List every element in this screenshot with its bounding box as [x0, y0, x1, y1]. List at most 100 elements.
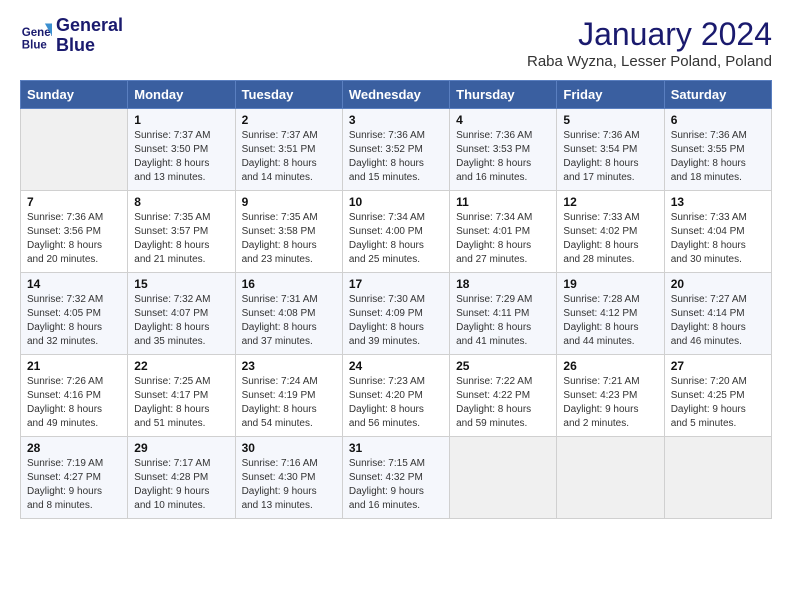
calendar-cell: 14 Sunrise: 7:32 AMSunset: 4:05 PMDayligh…: [21, 273, 128, 355]
weekday-header-row: Sunday Monday Tuesday Wednesday Thursday…: [21, 81, 772, 109]
day-number: 14: [27, 277, 121, 291]
day-number: 16: [242, 277, 336, 291]
svg-text:Blue: Blue: [22, 39, 48, 51]
header-tuesday: Tuesday: [235, 81, 342, 109]
day-info: Sunrise: 7:21 AMSunset: 4:23 PMDaylight:…: [563, 375, 657, 431]
calendar-cell: 12 Sunrise: 7:33 AMSunset: 4:02 PMDayligh…: [557, 191, 664, 273]
day-info: Sunrise: 7:32 AMSunset: 4:05 PMDaylight:…: [27, 293, 121, 349]
calendar-cell: 13 Sunrise: 7:33 AMSunset: 4:04 PMDayligh…: [664, 191, 771, 273]
day-number: 5: [563, 113, 657, 127]
day-info: Sunrise: 7:33 AMSunset: 4:02 PMDaylight:…: [563, 211, 657, 267]
day-info: Sunrise: 7:19 AMSunset: 4:27 PMDaylight:…: [27, 457, 121, 513]
day-info: Sunrise: 7:16 AMSunset: 4:30 PMDaylight:…: [242, 457, 336, 513]
day-info: Sunrise: 7:27 AMSunset: 4:14 PMDaylight:…: [671, 293, 765, 349]
calendar-cell: 10 Sunrise: 7:34 AMSunset: 4:00 PMDayligh…: [342, 191, 449, 273]
calendar-cell: 15Sunrise: 7:32 AMSunset: 4:07 PMDayligh…: [128, 273, 235, 355]
day-info: Sunrise: 7:36 AMSunset: 3:53 PMDaylight:…: [456, 129, 550, 185]
calendar-cell: 5 Sunrise: 7:36 AMSunset: 3:54 PMDaylight…: [557, 109, 664, 191]
day-number: 11: [456, 195, 550, 209]
day-number: 10: [349, 195, 443, 209]
day-info: Sunrise: 7:34 AMSunset: 4:00 PMDaylight:…: [349, 211, 443, 267]
day-number: 22: [134, 359, 228, 373]
day-number: 24: [349, 359, 443, 373]
day-number: 13: [671, 195, 765, 209]
day-info: Sunrise: 7:36 AMSunset: 3:54 PMDaylight:…: [563, 129, 657, 185]
day-info: Sunrise: 7:37 AMSunset: 3:51 PMDaylight:…: [242, 129, 336, 185]
day-info: Sunrise: 7:28 AMSunset: 4:12 PMDaylight:…: [563, 293, 657, 349]
day-info: Sunrise: 7:37 AMSunset: 3:50 PMDaylight:…: [134, 129, 228, 185]
calendar-cell: 25 Sunrise: 7:22 AMSunset: 4:22 PMDayligh…: [450, 355, 557, 437]
logo: General Blue General Blue: [20, 16, 123, 56]
day-number: 23: [242, 359, 336, 373]
logo-icon: General Blue: [20, 20, 52, 52]
calendar-cell: [21, 109, 128, 191]
location-title: Raba Wyzna, Lesser Poland, Poland: [527, 53, 772, 70]
day-info: Sunrise: 7:24 AMSunset: 4:19 PMDaylight:…: [242, 375, 336, 431]
day-number: 21: [27, 359, 121, 373]
calendar-cell: 22 Sunrise: 7:25 AMSunset: 4:17 PMDayligh…: [128, 355, 235, 437]
calendar-table: Sunday Monday Tuesday Wednesday Thursday…: [20, 80, 772, 519]
day-info: Sunrise: 7:17 AMSunset: 4:28 PMDaylight:…: [134, 457, 228, 513]
calendar-cell: [557, 437, 664, 519]
day-info: Sunrise: 7:35 AMSunset: 3:58 PMDaylight:…: [242, 211, 336, 267]
day-number: 25: [456, 359, 550, 373]
calendar-cell: 9 Sunrise: 7:35 AMSunset: 3:58 PMDaylight…: [235, 191, 342, 273]
day-number: 2: [242, 113, 336, 127]
calendar-cell: 28 Sunrise: 7:19 AMSunset: 4:27 PMDayligh…: [21, 437, 128, 519]
day-number: 15: [134, 277, 228, 291]
month-title: January 2024: [527, 16, 772, 53]
day-number: 20: [671, 277, 765, 291]
calendar-week-row: 28 Sunrise: 7:19 AMSunset: 4:27 PMDayligh…: [21, 437, 772, 519]
day-number: 18: [456, 277, 550, 291]
day-info: Sunrise: 7:20 AMSunset: 4:25 PMDaylight:…: [671, 375, 765, 431]
calendar-cell: 29 Sunrise: 7:17 AMSunset: 4:28 PMDayligh…: [128, 437, 235, 519]
day-number: 9: [242, 195, 336, 209]
day-number: 7: [27, 195, 121, 209]
day-info: Sunrise: 7:36 AMSunset: 3:56 PMDaylight:…: [27, 211, 121, 267]
calendar-cell: 27Sunrise: 7:20 AMSunset: 4:25 PMDayligh…: [664, 355, 771, 437]
calendar-cell: 19 Sunrise: 7:28 AMSunset: 4:12 PMDayligh…: [557, 273, 664, 355]
calendar-cell: 7 Sunrise: 7:36 AMSunset: 3:56 PMDaylight…: [21, 191, 128, 273]
day-info: Sunrise: 7:33 AMSunset: 4:04 PMDaylight:…: [671, 211, 765, 267]
day-number: 28: [27, 441, 121, 455]
logo-text: General Blue: [56, 16, 123, 56]
calendar-week-row: 7 Sunrise: 7:36 AMSunset: 3:56 PMDaylight…: [21, 191, 772, 273]
day-info: Sunrise: 7:15 AMSunset: 4:32 PMDaylight:…: [349, 457, 443, 513]
calendar-cell: 24 Sunrise: 7:23 AMSunset: 4:20 PMDayligh…: [342, 355, 449, 437]
day-info: Sunrise: 7:29 AMSunset: 4:11 PMDaylight:…: [456, 293, 550, 349]
calendar-week-row: 1 Sunrise: 7:37 AMSunset: 3:50 PMDaylight…: [21, 109, 772, 191]
calendar-cell: 11 Sunrise: 7:34 AMSunset: 4:01 PMDayligh…: [450, 191, 557, 273]
calendar-cell: 23 Sunrise: 7:24 AMSunset: 4:19 PMDayligh…: [235, 355, 342, 437]
day-number: 1: [134, 113, 228, 127]
header-thursday: Thursday: [450, 81, 557, 109]
day-number: 31: [349, 441, 443, 455]
calendar-cell: 21Sunrise: 7:26 AMSunset: 4:16 PMDayligh…: [21, 355, 128, 437]
calendar-cell: 2 Sunrise: 7:37 AMSunset: 3:51 PMDaylight…: [235, 109, 342, 191]
day-info: Sunrise: 7:31 AMSunset: 4:08 PMDaylight:…: [242, 293, 336, 349]
day-number: 3: [349, 113, 443, 127]
day-info: Sunrise: 7:22 AMSunset: 4:22 PMDaylight:…: [456, 375, 550, 431]
day-number: 4: [456, 113, 550, 127]
header-sunday: Sunday: [21, 81, 128, 109]
day-number: 8: [134, 195, 228, 209]
day-info: Sunrise: 7:36 AMSunset: 3:55 PMDaylight:…: [671, 129, 765, 185]
calendar-cell: 8 Sunrise: 7:35 AMSunset: 3:57 PMDaylight…: [128, 191, 235, 273]
day-info: Sunrise: 7:35 AMSunset: 3:57 PMDaylight:…: [134, 211, 228, 267]
header-friday: Friday: [557, 81, 664, 109]
svg-text:General: General: [22, 27, 52, 39]
day-number: 29: [134, 441, 228, 455]
calendar-cell: 20 Sunrise: 7:27 AMSunset: 4:14 PMDayligh…: [664, 273, 771, 355]
calendar-cell: 18 Sunrise: 7:29 AMSunset: 4:11 PMDayligh…: [450, 273, 557, 355]
calendar-cell: 3Sunrise: 7:36 AMSunset: 3:52 PMDaylight…: [342, 109, 449, 191]
day-number: 12: [563, 195, 657, 209]
day-info: Sunrise: 7:25 AMSunset: 4:17 PMDaylight:…: [134, 375, 228, 431]
page-header: General Blue General Blue January 2024 R…: [20, 16, 772, 70]
calendar-cell: [450, 437, 557, 519]
header-saturday: Saturday: [664, 81, 771, 109]
day-number: 19: [563, 277, 657, 291]
calendar-cell: 16 Sunrise: 7:31 AMSunset: 4:08 PMDayligh…: [235, 273, 342, 355]
day-info: Sunrise: 7:34 AMSunset: 4:01 PMDaylight:…: [456, 211, 550, 267]
day-info: Sunrise: 7:30 AMSunset: 4:09 PMDaylight:…: [349, 293, 443, 349]
calendar-week-row: 21Sunrise: 7:26 AMSunset: 4:16 PMDayligh…: [21, 355, 772, 437]
day-info: Sunrise: 7:23 AMSunset: 4:20 PMDaylight:…: [349, 375, 443, 431]
